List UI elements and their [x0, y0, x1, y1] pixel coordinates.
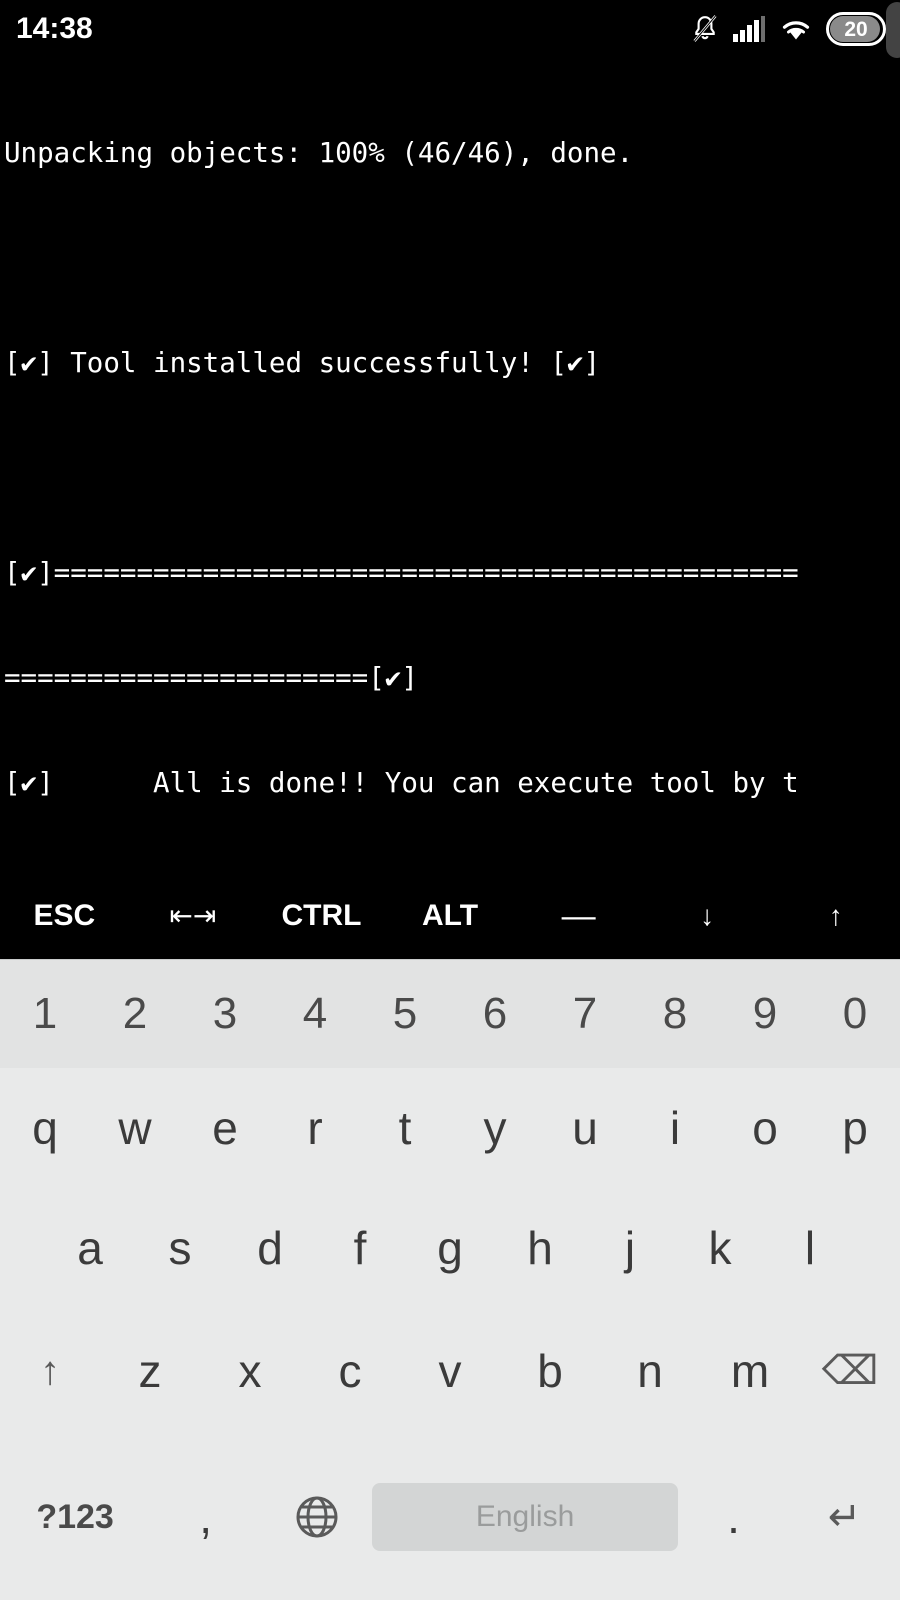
terminal-line: [✔] All is done!! You can execute tool b… [4, 767, 799, 799]
key-t[interactable]: t [360, 1068, 450, 1188]
key-6[interactable]: 6 [450, 960, 540, 1068]
key-0[interactable]: 0 [810, 960, 900, 1068]
terminal-line: [✔] Tool installed successfully! [✔] [4, 347, 601, 379]
key-a[interactable]: a [45, 1188, 135, 1308]
terminal-line: [✔]=====================================… [4, 557, 799, 589]
key-e[interactable]: e [180, 1068, 270, 1188]
globe-icon[interactable] [261, 1434, 372, 1600]
ctrl-key[interactable]: CTRL [257, 901, 386, 931]
key-o[interactable]: o [720, 1068, 810, 1188]
key-9[interactable]: 9 [720, 960, 810, 1068]
key-5[interactable]: 5 [360, 960, 450, 1068]
key-u[interactable]: u [540, 1068, 630, 1188]
keyboard-row-top: q w e r t y u i o p [0, 1068, 900, 1188]
arrow-up-key[interactable]: ↑ [771, 902, 900, 930]
enter-key[interactable]: ↵ [789, 1434, 900, 1600]
key-7[interactable]: 7 [540, 960, 630, 1068]
soft-keyboard: 1 2 3 4 5 6 7 8 9 0 q w e r t y u i o p … [0, 959, 900, 1600]
arrow-down-key[interactable]: ↓ [643, 902, 772, 930]
key-n[interactable]: n [600, 1308, 700, 1434]
extra-keys-row: ESC ⇤⇥ CTRL ALT — ↓ ↑ [0, 873, 900, 959]
key-1[interactable]: 1 [0, 960, 90, 1068]
key-y[interactable]: y [450, 1068, 540, 1188]
wifi-icon [779, 14, 813, 44]
termux-app-screen: 14:38 20 Unpacking objects: 100% (46/46)… [0, 0, 900, 1600]
key-h[interactable]: h [495, 1188, 585, 1308]
key-z[interactable]: z [100, 1308, 200, 1434]
key-4[interactable]: 4 [270, 960, 360, 1068]
key-k[interactable]: k [675, 1188, 765, 1308]
keyboard-row-bottom-letters: ↑ z x c v b n m ⌫ [0, 1308, 900, 1434]
cellular-signal-icon [732, 14, 766, 44]
key-b[interactable]: b [500, 1308, 600, 1434]
status-clock: 14:38 [16, 12, 93, 45]
spacebar[interactable]: English [372, 1483, 679, 1551]
battery-icon: 20 [826, 12, 886, 46]
screen-notch-artifact [886, 2, 900, 58]
key-m[interactable]: m [700, 1308, 800, 1434]
key-w[interactable]: w [90, 1068, 180, 1188]
comma-key[interactable]: , [150, 1434, 261, 1600]
keyboard-row-home: a s d f g h j k l [0, 1188, 900, 1308]
dash-key[interactable]: — [514, 899, 643, 933]
period-key[interactable]: . [678, 1434, 789, 1600]
key-2[interactable]: 2 [90, 960, 180, 1068]
key-8[interactable]: 8 [630, 960, 720, 1068]
backspace-key[interactable]: ⌫ [800, 1308, 900, 1434]
tab-key[interactable]: ⇤⇥ [129, 902, 258, 930]
key-p[interactable]: p [810, 1068, 900, 1188]
key-q[interactable]: q [0, 1068, 90, 1188]
key-i[interactable]: i [630, 1068, 720, 1188]
notifications-muted-icon [691, 14, 719, 44]
keyboard-row-function: ?123 , English . ↵ [0, 1434, 900, 1600]
key-3[interactable]: 3 [180, 960, 270, 1068]
key-g[interactable]: g [405, 1188, 495, 1308]
keyboard-row-numbers: 1 2 3 4 5 6 7 8 9 0 [0, 960, 900, 1068]
terminal-line: Unpacking objects: 100% (46/46), done. [4, 137, 634, 169]
key-s[interactable]: s [135, 1188, 225, 1308]
status-bar: 14:38 20 [0, 0, 900, 58]
key-j[interactable]: j [585, 1188, 675, 1308]
status-icons-group: 20 [691, 2, 900, 58]
symbols-key[interactable]: ?123 [0, 1434, 150, 1600]
key-l[interactable]: l [765, 1188, 855, 1308]
shift-key[interactable]: ↑ [0, 1308, 100, 1434]
terminal-line: ======================[✔] [4, 662, 418, 694]
terminal-output[interactable]: Unpacking objects: 100% (46/46), done. [… [0, 58, 900, 873]
esc-key[interactable]: ESC [0, 901, 129, 931]
key-x[interactable]: x [200, 1308, 300, 1434]
key-c[interactable]: c [300, 1308, 400, 1434]
key-f[interactable]: f [315, 1188, 405, 1308]
key-r[interactable]: r [270, 1068, 360, 1188]
alt-key[interactable]: ALT [386, 901, 515, 931]
key-v[interactable]: v [400, 1308, 500, 1434]
key-d[interactable]: d [225, 1188, 315, 1308]
battery-percent-label: 20 [844, 17, 868, 41]
